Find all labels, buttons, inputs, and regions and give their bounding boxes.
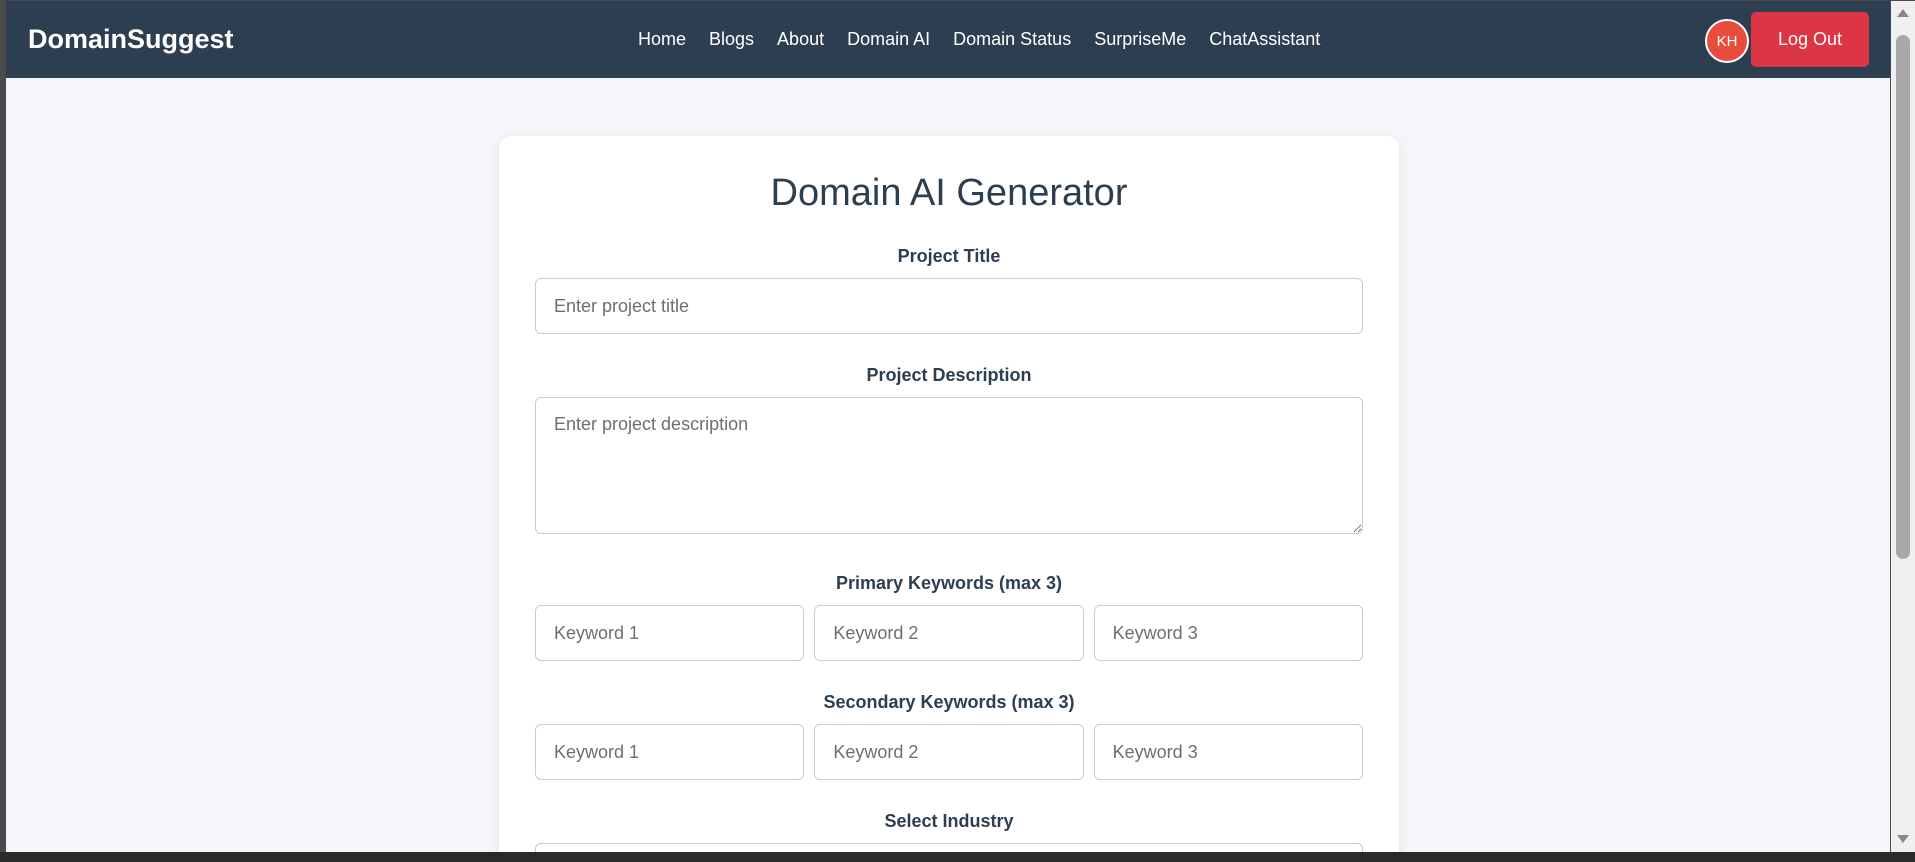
page-viewport: DomainSuggest Home Blogs About Domain AI… (6, 1, 1890, 852)
nav-link-blogs[interactable]: Blogs (709, 29, 754, 50)
project-description-label: Project Description (866, 365, 1032, 385)
nav-link-domain-status[interactable]: Domain Status (953, 29, 1071, 50)
primary-keyword-2-input[interactable] (814, 605, 1084, 661)
nav-link-about[interactable]: About (777, 29, 824, 50)
taskbar-strip (0, 852, 1915, 862)
scroll-up-arrow-icon[interactable] (1897, 9, 1909, 17)
secondary-keyword-3-input[interactable] (1093, 724, 1363, 780)
secondary-keyword-1-input[interactable] (535, 724, 805, 780)
industry-label: Select Industry (884, 811, 1014, 831)
scroll-down-arrow-icon[interactable] (1897, 835, 1909, 843)
nav-link-domain-ai[interactable]: Domain AI (847, 29, 930, 50)
domain-generator-card: Domain AI Generator Project Title Projec… (499, 136, 1399, 852)
project-title-input[interactable] (535, 278, 1363, 334)
logout-button[interactable]: Log Out (1751, 12, 1869, 67)
secondary-keyword-2-input[interactable] (814, 724, 1084, 780)
primary-keyword-1-input[interactable] (535, 605, 805, 661)
nav-link-chatassistant[interactable]: ChatAssistant (1209, 29, 1320, 50)
project-title-label: Project Title (897, 246, 1001, 266)
industry-select[interactable] (535, 843, 1363, 852)
navbar: DomainSuggest Home Blogs About Domain AI… (6, 1, 1890, 78)
secondary-keywords-row (535, 724, 1363, 780)
nav-link-surpriseme[interactable]: SurpriseMe (1094, 29, 1186, 50)
user-avatar[interactable]: KH (1705, 19, 1749, 63)
nav-link-home[interactable]: Home (638, 29, 686, 50)
browser-window: DomainSuggest Home Blogs About Domain AI… (0, 0, 1915, 862)
primary-keywords-label: Primary Keywords (max 3) (835, 573, 1063, 593)
brand-logo[interactable]: DomainSuggest (28, 1, 234, 78)
vertical-scrollbar[interactable] (1891, 1, 1915, 852)
primary-keyword-3-input[interactable] (1093, 605, 1363, 661)
secondary-keywords-label: Secondary Keywords (max 3) (823, 692, 1075, 712)
scrollbar-thumb[interactable] (1896, 35, 1910, 559)
project-description-textarea[interactable] (535, 397, 1363, 534)
primary-keywords-row (535, 605, 1363, 661)
nav-links: Home Blogs About Domain AI Domain Status… (638, 1, 1343, 78)
page-title: Domain AI Generator (770, 172, 1128, 214)
